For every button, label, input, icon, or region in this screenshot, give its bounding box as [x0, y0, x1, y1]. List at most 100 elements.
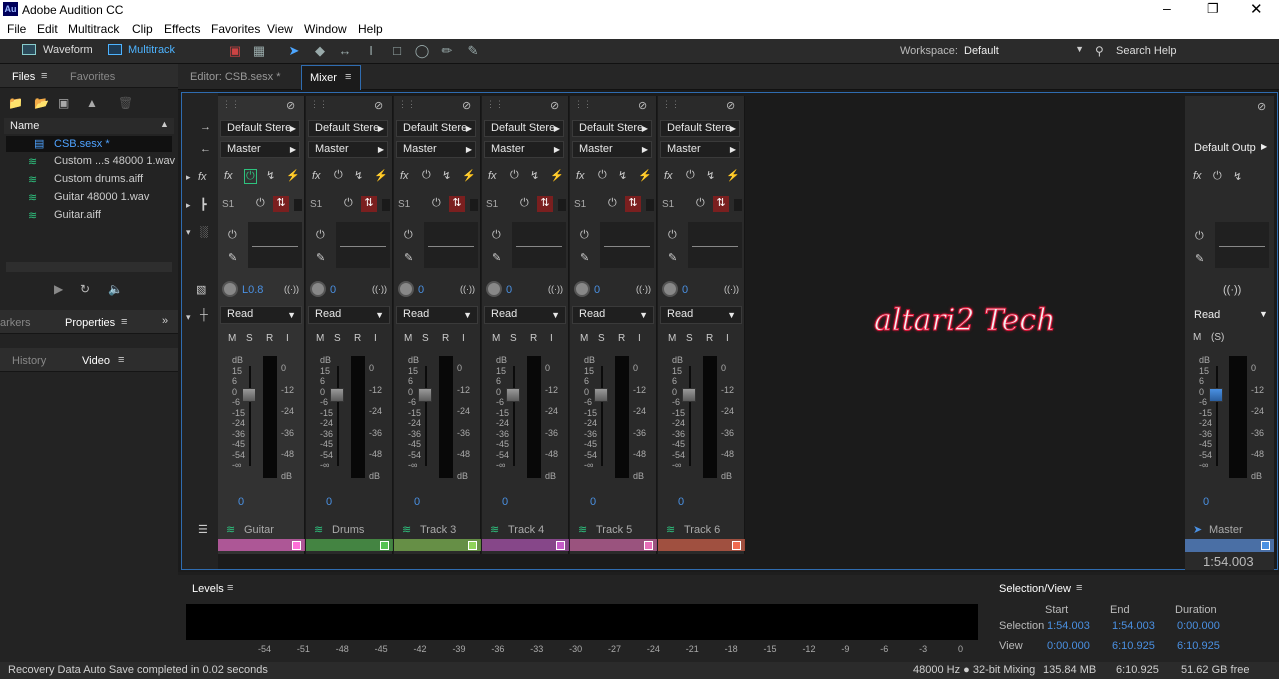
list-item[interactable]: ≋ Guitar.aiff [28, 208, 178, 224]
automation-select[interactable]: Read ▼ [660, 306, 742, 324]
mute-button[interactable]: M [668, 332, 676, 344]
grip-icon[interactable]: ⋮⋮ [486, 99, 504, 110]
send-prefader-icon[interactable]: ⇅ [625, 196, 641, 212]
menu-effects[interactable]: Effects [164, 22, 200, 36]
view-duration[interactable]: 6:10.925 [1177, 640, 1220, 652]
color-swatch[interactable] [380, 541, 389, 550]
power-icon[interactable]: ⏻ [228, 229, 237, 242]
selection-start[interactable]: 1:54.003 [1047, 620, 1090, 632]
bypass-icon[interactable]: ⊘ [638, 99, 647, 112]
spectral-frequency-icon[interactable]: ▣ [226, 43, 244, 59]
pre-post-icon[interactable]: ↯ [706, 169, 715, 182]
power-icon[interactable]: ⏻ [344, 197, 353, 210]
solo-button[interactable]: S [686, 332, 693, 344]
menu-clip[interactable]: Clip [132, 22, 153, 36]
pencil-icon[interactable]: ✎ [668, 251, 677, 264]
list-item[interactable]: ≋ Custom drums.aiff [28, 172, 178, 188]
master-bypass-icon[interactable]: ⊘ [1257, 100, 1266, 113]
restore-icon[interactable]: ❐ [1207, 1, 1219, 17]
volume-value[interactable]: 0 [326, 496, 332, 508]
list-item[interactable]: ▤ CSB.sesx * [6, 136, 172, 152]
volume-fader[interactable] [330, 388, 344, 402]
search-icon[interactable]: ⚲ [1095, 44, 1104, 58]
mute-button[interactable]: M [404, 332, 412, 344]
eq-display[interactable] [600, 222, 654, 268]
send-level[interactable] [734, 199, 742, 211]
pan-knob[interactable] [310, 281, 326, 297]
close-icon[interactable]: ✕ [1250, 0, 1263, 18]
pan-knob[interactable] [662, 281, 678, 297]
volume-fader[interactable] [506, 388, 520, 402]
expand-icon[interactable]: » [162, 315, 168, 327]
power-icon[interactable]: ⏻ [256, 197, 265, 210]
power-icon[interactable]: ⏻ [404, 229, 413, 242]
eq-display[interactable] [1215, 222, 1269, 268]
tab-favorites[interactable]: Favorites [70, 71, 115, 83]
pre-post-icon[interactable]: ↯ [266, 169, 275, 182]
sort-up-icon[interactable]: ▲ [160, 119, 169, 129]
input-select[interactable]: Default Stere ▶ [660, 120, 740, 137]
input-monitor-button[interactable]: I [550, 332, 553, 344]
send-level[interactable] [294, 199, 302, 211]
stereo-width-icon[interactable]: ((·)) [372, 284, 387, 294]
color-swatch[interactable] [644, 541, 653, 550]
stereo-width-icon[interactable]: ((·)) [724, 284, 739, 294]
tab-history[interactable]: History [12, 355, 46, 367]
pencil-icon[interactable]: ✎ [580, 251, 589, 264]
fader-track[interactable] [337, 366, 339, 466]
fx-icon[interactable]: fx [198, 171, 207, 183]
fx-icon[interactable]: fx [576, 170, 585, 182]
time-selection-icon[interactable]: I [362, 43, 380, 59]
pre-post-icon[interactable]: ↯ [618, 169, 627, 182]
tab-editor[interactable]: Editor: CSB.sesx * [190, 71, 280, 83]
move-tool-icon[interactable]: ➤ [285, 43, 303, 59]
record-arm-button[interactable]: R [266, 332, 273, 344]
pencil-icon[interactable]: ✎ [228, 251, 237, 264]
lightning-icon[interactable]: ⚡ [638, 169, 652, 182]
pan-knob[interactable] [222, 281, 238, 297]
list-item[interactable]: ≋ Custom ...s 48000 1.wav [28, 154, 178, 170]
column-name[interactable]: Name [10, 120, 39, 132]
input-monitor-button[interactable]: I [462, 332, 465, 344]
output-select[interactable]: Master ▶ [308, 141, 388, 158]
volume-value[interactable]: 0 [502, 496, 508, 508]
mute-button[interactable]: M [492, 332, 500, 344]
expand-triangle-icon[interactable]: ▸ [186, 200, 191, 211]
pencil-icon[interactable]: ✎ [1195, 252, 1204, 265]
power-icon[interactable]: ⏻ [580, 229, 589, 242]
pan-value[interactable]: L0.8 [242, 284, 263, 296]
volume-fader[interactable] [594, 388, 608, 402]
panel-menu-icon[interactable]: ≡ [41, 70, 47, 82]
automation-select[interactable]: Read ▼ [396, 306, 478, 324]
solo-button[interactable]: S [510, 332, 517, 344]
pre-post-icon[interactable]: ↯ [354, 169, 363, 182]
record-arm-button[interactable]: R [618, 332, 625, 344]
pan-value[interactable]: 0 [418, 284, 424, 296]
lightning-icon[interactable]: ⚡ [286, 169, 300, 182]
eq-display[interactable] [512, 222, 566, 268]
fader-track[interactable] [425, 366, 427, 466]
selection-duration[interactable]: 0:00.000 [1177, 620, 1220, 632]
volume-value[interactable]: 0 [678, 496, 684, 508]
volume-fader[interactable] [242, 388, 256, 402]
pre-post-icon[interactable]: ↯ [442, 169, 451, 182]
pan-knob[interactable] [398, 281, 414, 297]
output-select[interactable]: Master ▶ [484, 141, 564, 158]
input-select[interactable]: Default Stere ▶ [572, 120, 652, 137]
fx-icon[interactable]: fx [224, 170, 233, 182]
input-select[interactable]: Default Stere ▶ [484, 120, 564, 137]
color-swatch[interactable] [732, 541, 741, 550]
list-item[interactable]: ≋ Guitar 48000 1.wav [28, 190, 178, 206]
send-prefader-icon[interactable]: ⇅ [713, 196, 729, 212]
mute-button[interactable]: M [580, 332, 588, 344]
view-start[interactable]: 0:00.000 [1047, 640, 1090, 652]
grip-icon[interactable]: ⋮⋮ [574, 99, 592, 110]
output-select[interactable]: Master ▶ [396, 141, 476, 158]
power-icon[interactable]: ⏻ [510, 169, 519, 182]
stereo-width-icon[interactable]: ((·)) [548, 284, 563, 294]
panel-menu-icon[interactable]: ≡ [121, 316, 127, 328]
pan-value[interactable]: 0 [594, 284, 600, 296]
lightning-icon[interactable]: ⚡ [462, 169, 476, 182]
menu-file[interactable]: File [7, 22, 26, 36]
automation-select[interactable]: Read ▼ [308, 306, 390, 324]
